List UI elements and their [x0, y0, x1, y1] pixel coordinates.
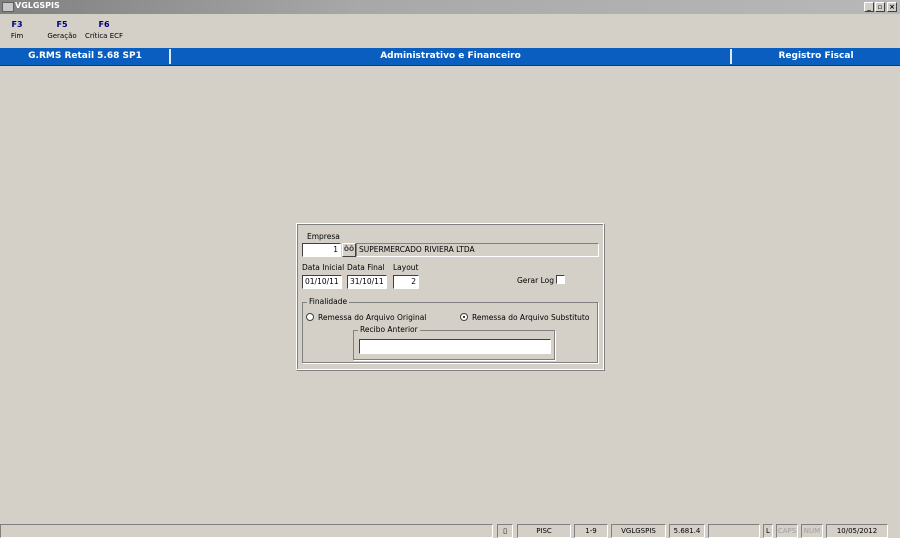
status-version: 5.681.4 [669, 524, 705, 538]
finalidade-legend: Finalidade [307, 297, 350, 306]
data-inicial-input[interactable]: 01/10/11 [302, 275, 342, 289]
product-name: G.RMS Retail 5.68 SP1 [28, 51, 142, 61]
finalidade-group: Finalidade Remessa do Arquivo Original R… [302, 297, 598, 363]
status-message [0, 524, 493, 538]
gerar-log-label: Gerar Log [517, 276, 554, 285]
status-l: L [763, 524, 773, 538]
gerar-log-checkbox[interactable] [556, 275, 565, 284]
status-bar: ▯ PISC 1-9 VGLGSPIS 5.681.4 L CAPS NUM 1… [0, 524, 900, 538]
close-button[interactable]: × [887, 2, 897, 12]
header-bar: G.RMS Retail 5.68 SP1 Administrativo e F… [0, 48, 900, 66]
layout-input[interactable]: 2 [393, 275, 419, 289]
recibo-legend: Recibo Anterior [358, 325, 420, 334]
module-name: Administrativo e Financeiro [380, 51, 521, 61]
status-date: 10/05/2012 [826, 524, 888, 538]
radio-original-label: Remessa do Arquivo Original [318, 313, 427, 322]
status-program: VGLGSPIS [611, 524, 666, 538]
data-final-label: Data Final [347, 263, 385, 272]
radio-substituto-label: Remessa do Arquivo Substituto [472, 313, 590, 322]
empresa-label: Empresa [307, 232, 340, 241]
clipboard-icon[interactable]: ▯ [497, 524, 513, 538]
status-caps: CAPS [776, 524, 798, 538]
status-page: 1-9 [574, 524, 608, 538]
recibo-input[interactable] [359, 339, 551, 354]
window-title: VGLGSPIS [15, 1, 60, 10]
app-icon [2, 2, 14, 12]
function-key-bar: F3 Fim F5 Geração F6 Crítica ECF [0, 20, 900, 44]
f5-button[interactable]: F5 Geração [44, 20, 80, 40]
registro-fiscal-panel: Empresa 1 ÔÔ SUPERMERCADO RIVIERA LTDA D… [296, 223, 605, 371]
data-inicial-label: Data Inicial [302, 263, 345, 272]
restore-button[interactable]: ▫ [875, 2, 885, 12]
status-num: NUM [801, 524, 823, 538]
status-app: PISC [517, 524, 571, 538]
empresa-code-input[interactable]: 1 [302, 243, 341, 257]
fkey-label: Crítica ECF [84, 32, 124, 40]
data-final-input[interactable]: 31/10/11 [347, 275, 387, 289]
fkey-code: F5 [56, 20, 68, 29]
empresa-name-field: SUPERMERCADO RIVIERA LTDA [356, 243, 599, 257]
fkey-label: Geração [47, 32, 77, 40]
fkey-code: F3 [11, 20, 23, 29]
minimize-button[interactable]: _ [864, 2, 874, 12]
recibo-group: Recibo Anterior [353, 325, 555, 360]
radio-substituto[interactable] [460, 313, 468, 321]
screen-name: Registro Fiscal [778, 51, 854, 61]
f3-button[interactable]: F3 Fim [5, 20, 29, 40]
binoculars-icon[interactable]: ÔÔ [342, 243, 356, 257]
f6-button[interactable]: F6 Crítica ECF [82, 20, 126, 40]
fkey-label: Fim [10, 32, 24, 40]
title-bar: VGLGSPIS _ ▫ × [0, 0, 900, 14]
fkey-code: F6 [98, 20, 110, 29]
radio-original[interactable] [306, 313, 314, 321]
status-blank [708, 524, 760, 538]
layout-label: Layout [393, 263, 419, 272]
